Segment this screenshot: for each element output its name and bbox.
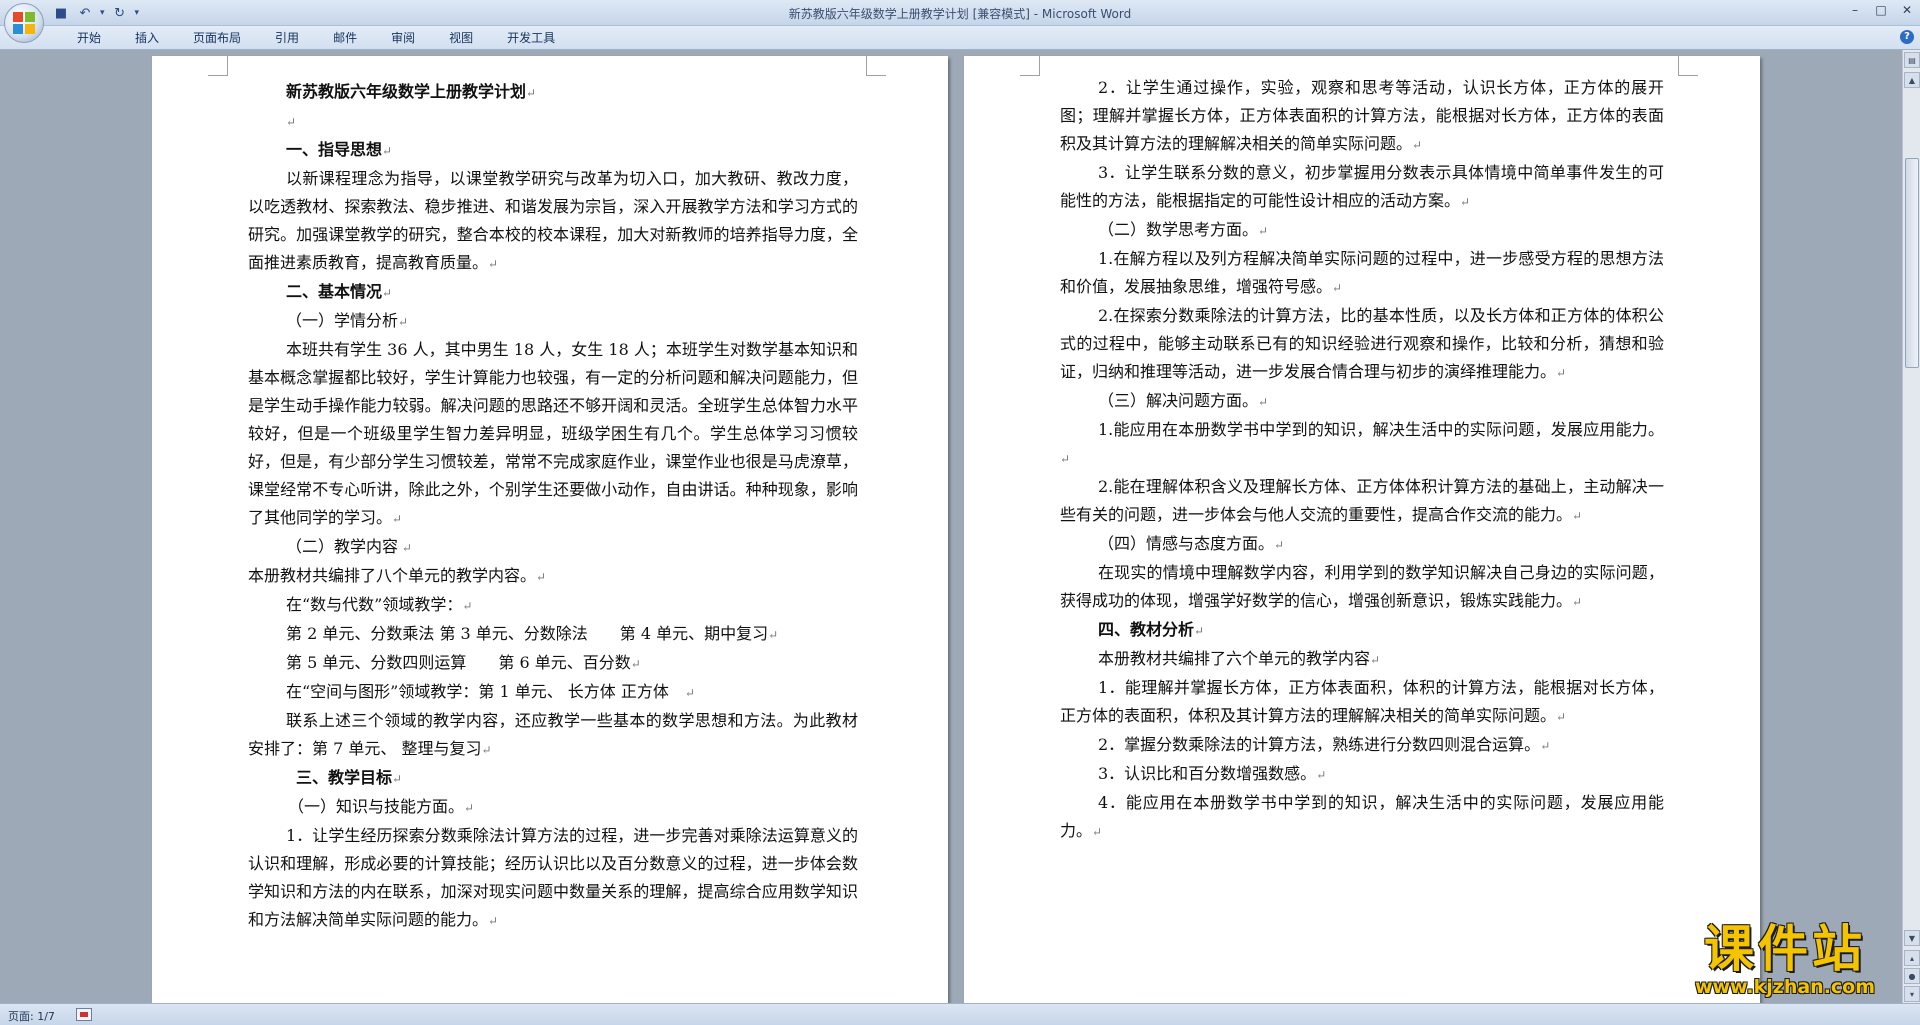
maximize-button[interactable]: □	[1868, 0, 1894, 20]
document-area: 新苏教版六年级数学上册教学计划↵ ↵ 一、指导思想↵ 以新课程理念为指导，以课堂…	[0, 50, 1902, 1003]
ribbon-tabs: 开始 插入 页面布局 引用 邮件 审阅 视图 开发工具	[60, 30, 572, 46]
page-text[interactable]: 2．让学生通过操作，实验，观察和思考等活动，认识长方体，正方体的展开图；理解并掌…	[1060, 74, 1664, 846]
paragraph: 1．让学生经历探索分数乘除法计算方法的过程，进一步完善对乘除法运算意义的认识和理…	[248, 826, 858, 929]
paragraph: 本班共有学生 36 人，其中男生 18 人，女生 18 人；本班学生对数学基本知…	[248, 340, 858, 527]
crop-mark	[1020, 56, 1040, 76]
paragraph: 第 2 单元、分数乘法 第 3 单元、分数除法 第 4 单元、期中复习	[286, 624, 769, 643]
scroll-up-arrow-icon[interactable]: ▲	[1904, 72, 1920, 88]
close-button[interactable]: ✕	[1894, 0, 1920, 20]
section-heading: 四、教材分析	[1098, 620, 1195, 639]
tab-mailings[interactable]: 邮件	[316, 30, 374, 46]
paragraph: 3．让学生联系分数的意义，初步掌握用分数表示具体情境中简单事件发生的可能性的方法…	[1060, 163, 1664, 210]
tab-developer[interactable]: 开发工具	[490, 30, 572, 46]
proofing-status-icon[interactable]	[76, 1008, 92, 1021]
subsection-heading: （一）学情分析	[286, 311, 399, 330]
section-heading: 二、基本情况	[286, 282, 383, 301]
document-title: 新苏教版六年级数学上册教学计划	[286, 82, 527, 101]
crop-mark	[208, 56, 228, 76]
crop-mark	[866, 56, 886, 76]
watermark-url: www.kjzhan.com	[1694, 976, 1876, 998]
subsection-heading: （三）解决问题方面。	[1098, 391, 1259, 410]
vertical-scrollbar[interactable]: ▤ ▲ ▼ ▴ ● ▾	[1902, 50, 1920, 1003]
paragraph: 联系上述三个领域的教学内容，还应教学一些基本的数学思想和方法。为此教材安排了：第…	[248, 711, 858, 758]
page-text[interactable]: 新苏教版六年级数学上册教学计划↵ ↵ 一、指导思想↵ 以新课程理念为指导，以课堂…	[248, 78, 858, 935]
section-heading: 一、指导思想	[286, 140, 383, 159]
ruler-toggle-icon[interactable]: ▤	[1904, 52, 1920, 68]
subsection-heading: （一）知识与技能方面。	[288, 797, 465, 816]
scrollbar-thumb[interactable]	[1905, 158, 1919, 368]
paragraph: 2．掌握分数乘除法的计算方法，熟练进行分数四则混合运算。	[1098, 735, 1541, 754]
page-count[interactable]: 页面: 1/7	[8, 1008, 55, 1024]
document-page-1[interactable]: 新苏教版六年级数学上册教学计划↵ ↵ 一、指导思想↵ 以新课程理念为指导，以课堂…	[152, 56, 948, 1003]
tab-review[interactable]: 审阅	[374, 30, 432, 46]
subsection-heading: （二）数学思考方面。	[1098, 220, 1259, 239]
paragraph: 在“数与代数”领域教学：	[286, 595, 463, 614]
document-page-2[interactable]: 2．让学生通过操作，实验，观察和思考等活动，认识长方体，正方体的展开图；理解并掌…	[964, 56, 1760, 1003]
paragraph: 1．能理解并掌握长方体，正方体表面积，体积的计算方法，能根据对长方体，正方体的表…	[1060, 678, 1664, 725]
paragraph: 2.在探索分数乘除法的计算方法，比的基本性质，以及长方体和正方体的体积公式的过程…	[1060, 306, 1664, 381]
paragraph: 本册教材共编排了六个单元的教学内容	[1098, 649, 1371, 668]
paragraph: 第 5 单元、分数四则运算 第 6 单元、百分数	[286, 653, 631, 672]
office-button[interactable]	[4, 3, 44, 43]
paragraph: 4．能应用在本册数学书中学到的知识，解决生活中的实际问题，发展应用能力。	[1060, 793, 1664, 840]
paragraph: 3．认识比和百分数增强数感。	[1098, 764, 1317, 783]
tab-references[interactable]: 引用	[258, 30, 316, 46]
paragraph: 在“空间与图形”领域教学：第 1 单元、 长方体 正方体	[286, 682, 685, 701]
title-bar: ■ ↶ ▾ ↻ ▾ 新苏教版六年级数学上册教学计划 [兼容模式] - Micro…	[0, 0, 1920, 26]
office-logo-icon	[13, 12, 35, 34]
window-controls: – □ ✕	[1842, 0, 1920, 22]
subsection-heading: （二）教学内容	[286, 537, 399, 556]
subsection-heading: （四）情感与态度方面。	[1098, 534, 1275, 553]
watermark-title: 课件站	[1704, 920, 1866, 978]
status-bar: 页面: 1/7	[0, 1003, 1920, 1025]
section-heading: 三、教学目标	[296, 768, 393, 787]
tab-insert[interactable]: 插入	[118, 30, 176, 46]
watermark-logo: 课件站 www.kjzhan.com	[1660, 922, 1910, 1000]
tab-home[interactable]: 开始	[60, 30, 118, 46]
ribbon-tab-bar: 开始 插入 页面布局 引用 邮件 审阅 视图 开发工具 ?	[0, 26, 1920, 50]
paragraph: 1.在解方程以及列方程解决简单实际问题的过程中，进一步感受方程的思想方法和价值，…	[1060, 249, 1664, 296]
tab-view[interactable]: 视图	[432, 30, 490, 46]
minimize-button[interactable]: –	[1842, 0, 1868, 20]
crop-mark	[1678, 56, 1698, 76]
help-icon[interactable]: ?	[1900, 30, 1914, 44]
tab-page-layout[interactable]: 页面布局	[176, 30, 258, 46]
paragraph: 以新课程理念为指导，以课堂教学研究与改革为切入口，加大教研、教改力度，以吃透教材…	[248, 169, 858, 272]
paragraph: 本册教材共编排了八个单元的教学内容。	[248, 566, 537, 585]
paragraph: 2．让学生通过操作，实验，观察和思考等活动，认识长方体，正方体的展开图；理解并掌…	[1060, 78, 1664, 153]
paragraph: 1.能应用在本册数学书中学到的知识，解决生活中的实际问题，发展应用能力。	[1098, 420, 1664, 439]
window-title: 新苏教版六年级数学上册教学计划 [兼容模式] - Microsoft Word	[788, 7, 1132, 21]
